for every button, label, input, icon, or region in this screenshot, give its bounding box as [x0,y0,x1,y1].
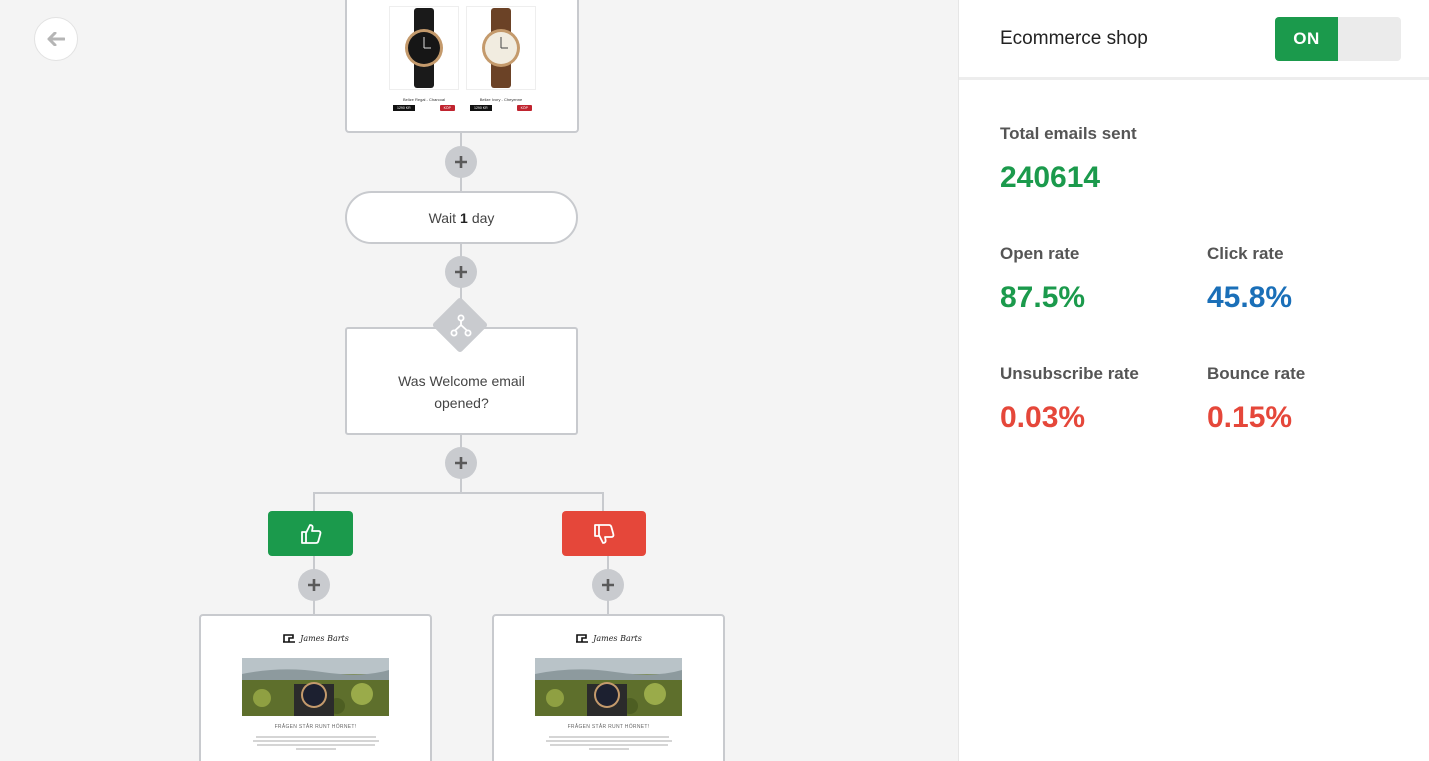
click-rate-label: Click rate [1207,244,1284,263]
workflow-toggle[interactable]: ON [1275,17,1401,61]
wait-prefix: Wait [428,209,457,226]
yes-branch-button[interactable] [268,511,353,556]
newsletter-logo: James Barts [201,633,430,643]
total-emails-value: 240614 [1000,161,1101,194]
product-item: Belize Regal - Charcoal 1290 KR KÖP [389,6,459,116]
email-node-no-branch[interactable]: James Barts FRÅGEN STÅR RUNT HÖRNET! [492,614,725,761]
plus-icon [602,579,614,591]
wait-amount: 1 [460,209,468,226]
product-name: Belize Ivory - Cheyenne [479,97,523,102]
plus-icon [455,156,467,168]
wait-unit: day [471,209,495,226]
buy-button: KÖP [439,105,455,111]
add-step-button-yes-branch[interactable] [298,569,330,601]
buy-button: KÖP [516,105,532,111]
open-rate-label: Open rate [1000,244,1080,263]
hero-image [535,658,682,716]
bounce-rate-label: Bounce rate [1207,364,1306,383]
hero-image [242,658,389,716]
newsletter-heading: FRÅGEN STÅR RUNT HÖRNET! [567,724,650,730]
bounce-rate-value: 0.15% [1207,401,1293,434]
add-step-button[interactable] [445,256,477,288]
unsubscribe-rate-value: 0.03% [1000,401,1086,434]
email-node-products[interactable]: Belize Regal - Charcoal 1290 KR KÖP Beli… [345,0,579,133]
sewing-machine-icon [283,634,296,643]
arrow-left-icon [47,32,65,46]
logo-text: James Barts [300,633,349,643]
newsletter-heading: FRÅGEN STÅR RUNT HÖRNET! [274,724,357,730]
thumbs-up-icon [300,523,321,544]
back-button[interactable] [34,17,78,61]
unsubscribe-rate-label: Unsubscribe rate [1000,364,1139,383]
condition-text: Was Welcome email opened? [398,373,525,411]
sewing-machine-icon [576,634,589,643]
plus-icon [455,457,467,469]
plus-icon [308,579,320,591]
total-emails-label: Total emails sent [1000,124,1137,143]
add-step-button[interactable] [445,447,477,479]
panel-header: Ecommerce shop ON [959,0,1429,80]
logo-text: James Barts [593,633,642,643]
open-rate-value: 87.5% [1000,281,1086,314]
no-branch-button[interactable] [562,511,646,556]
newsletter-body-text [546,734,672,752]
stats-panel: Ecommerce shop ON Total emails sent 2406… [958,0,1429,761]
wait-node[interactable]: Wait 1 day [345,191,578,244]
product-item: Belize Ivory - Cheyenne 1290 KR KÖP [466,6,536,116]
watch-image [389,6,459,90]
click-rate-value: 45.8% [1207,281,1293,314]
watch-image [466,6,536,90]
email-node-yes-branch[interactable]: James Barts FRÅGEN STÅR RUNT HÖRNET! [199,614,432,761]
shop-name: Ecommerce shop [1000,28,1148,49]
add-step-button-no-branch[interactable] [592,569,624,601]
workflow-canvas[interactable]: Belize Regal - Charcoal 1290 KR KÖP Beli… [0,0,958,761]
plus-icon [455,266,467,278]
add-step-button[interactable] [445,146,477,178]
thumbs-down-icon [594,523,615,544]
newsletter-body-text [253,734,379,752]
product-price: 1290 KR [470,105,492,111]
toggle-on-label: ON [1275,17,1338,61]
newsletter-logo: James Barts [494,633,723,643]
product-price: 1290 KR [393,105,415,111]
split-branch-icon [450,314,472,337]
product-name: Belize Regal - Charcoal [402,97,446,102]
